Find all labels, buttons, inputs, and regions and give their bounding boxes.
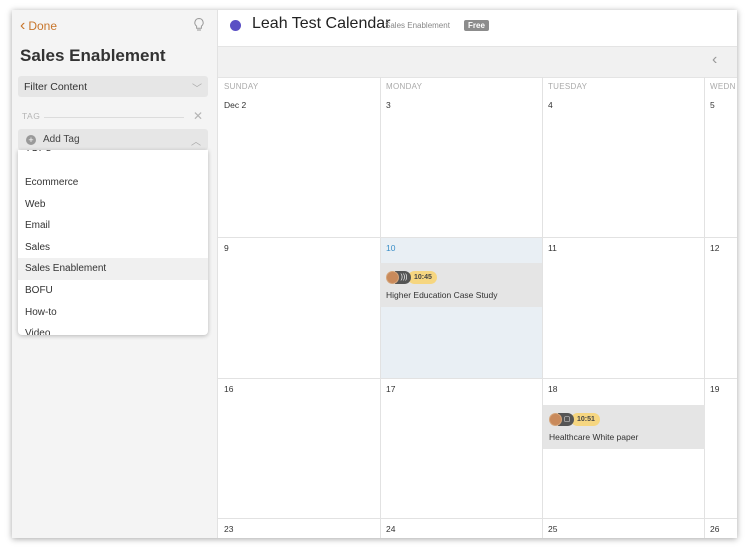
calendar-subtitle: Sales Enablement xyxy=(385,21,450,30)
tag-section-label: TAG xyxy=(22,111,41,121)
event-title: Healthcare White paper xyxy=(549,432,639,442)
chevron-down-icon: ﹀ xyxy=(192,84,202,95)
tag-option[interactable]: How-to xyxy=(18,302,208,324)
day-cell-date[interactable]: 26 xyxy=(710,524,719,534)
tag-option[interactable]: Email xyxy=(18,215,208,237)
done-label: Done xyxy=(28,19,58,33)
filter-content-dropdown[interactable]: Filter Content ﹀ xyxy=(18,76,208,97)
day-cell-date[interactable]: 23 xyxy=(224,524,233,534)
today-cell-highlight xyxy=(380,237,542,378)
tag-option[interactable]: BOFU xyxy=(18,280,208,302)
tag-option[interactable]: Video xyxy=(18,323,208,335)
grid-line xyxy=(218,237,737,238)
day-cell-date[interactable]: 17 xyxy=(386,384,395,394)
chevron-left-icon: ‹ xyxy=(20,17,26,34)
done-button[interactable]: ‹ Done xyxy=(20,17,58,34)
calendar-title: Leah Test Calendar xyxy=(252,15,391,32)
chevron-up-icon: ︿ xyxy=(191,137,201,148)
event-time: 10:45 xyxy=(408,270,437,284)
tag-option-selected[interactable]: Sales Enablement xyxy=(18,258,208,280)
day-cell-date[interactable]: 12 xyxy=(710,243,719,253)
grid-line xyxy=(380,77,381,538)
close-icon[interactable]: ✕ xyxy=(193,109,203,123)
tag-dropdown-list: TOFU Ecommerce Web Email Sales Sales Ena… xyxy=(18,150,208,335)
event-meta-pill: ▢ 10:51 xyxy=(549,412,600,426)
day-cell-date[interactable]: Dec 2 xyxy=(224,100,246,110)
grid-line xyxy=(542,77,543,538)
event-card[interactable]: ▢ 10:51 Healthcare White paper xyxy=(543,405,705,449)
event-meta-pill: ))) 10:45 xyxy=(386,270,437,284)
tag-option[interactable]: Ecommerce xyxy=(18,172,208,194)
grid-line xyxy=(218,518,737,519)
tag-option[interactable]: Sales xyxy=(18,237,208,259)
event-title: Higher Education Case Study xyxy=(386,290,498,300)
event-card[interactable]: ))) 10:45 Higher Education Case Study xyxy=(380,263,542,307)
day-cell-date[interactable]: 11 xyxy=(548,243,557,253)
previous-week-button[interactable]: ‹ xyxy=(712,51,717,69)
event-time: 10:51 xyxy=(571,412,600,426)
day-cell-date[interactable]: 19 xyxy=(710,384,719,394)
day-cell-date[interactable]: 18 xyxy=(548,384,557,394)
day-header-sunday: SUNDAY xyxy=(224,82,259,91)
day-cell-date[interactable]: 16 xyxy=(224,384,233,394)
day-cell-date[interactable]: 3 xyxy=(386,100,391,110)
tag-option[interactable]: TOFU xyxy=(18,150,208,160)
add-tag-button[interactable]: + Add Tag ︿ xyxy=(18,129,208,150)
lightbulb-icon[interactable] xyxy=(192,17,206,33)
avatar xyxy=(386,270,399,284)
grid-line xyxy=(218,378,737,379)
day-header-monday: MONDAY xyxy=(386,82,423,91)
plus-circle-icon: + xyxy=(26,134,36,145)
day-cell-date[interactable]: 24 xyxy=(386,524,395,534)
day-header-wednesday: WEDN xyxy=(710,82,736,91)
plan-badge: Free xyxy=(464,20,489,31)
app-window: ‹ Done Sales Enablement Filter Content ﹀… xyxy=(12,10,737,538)
day-cell-date[interactable]: 5 xyxy=(710,100,715,110)
calendar-toolbar xyxy=(218,46,737,78)
sidebar: ‹ Done Sales Enablement Filter Content ﹀… xyxy=(12,10,218,538)
filter-content-label: Filter Content xyxy=(24,80,88,93)
avatar xyxy=(549,412,562,426)
sidebar-title: Sales Enablement xyxy=(20,46,166,65)
add-tag-label: Add Tag xyxy=(43,134,80,145)
grid-line xyxy=(704,77,705,538)
day-cell-date[interactable]: 4 xyxy=(548,100,553,110)
day-header-tuesday: TUESDAY xyxy=(548,82,588,91)
divider xyxy=(44,117,184,118)
tag-option[interactable]: Web xyxy=(18,194,208,216)
day-cell-date[interactable]: 25 xyxy=(548,524,557,534)
calendar-color-dot xyxy=(230,20,241,31)
day-cell-date-today[interactable]: 10 xyxy=(386,243,395,253)
calendar-grid: SUNDAY MONDAY TUESDAY WEDN Dec 2 3 4 5 9… xyxy=(218,77,737,538)
day-cell-date[interactable]: 9 xyxy=(224,243,229,253)
